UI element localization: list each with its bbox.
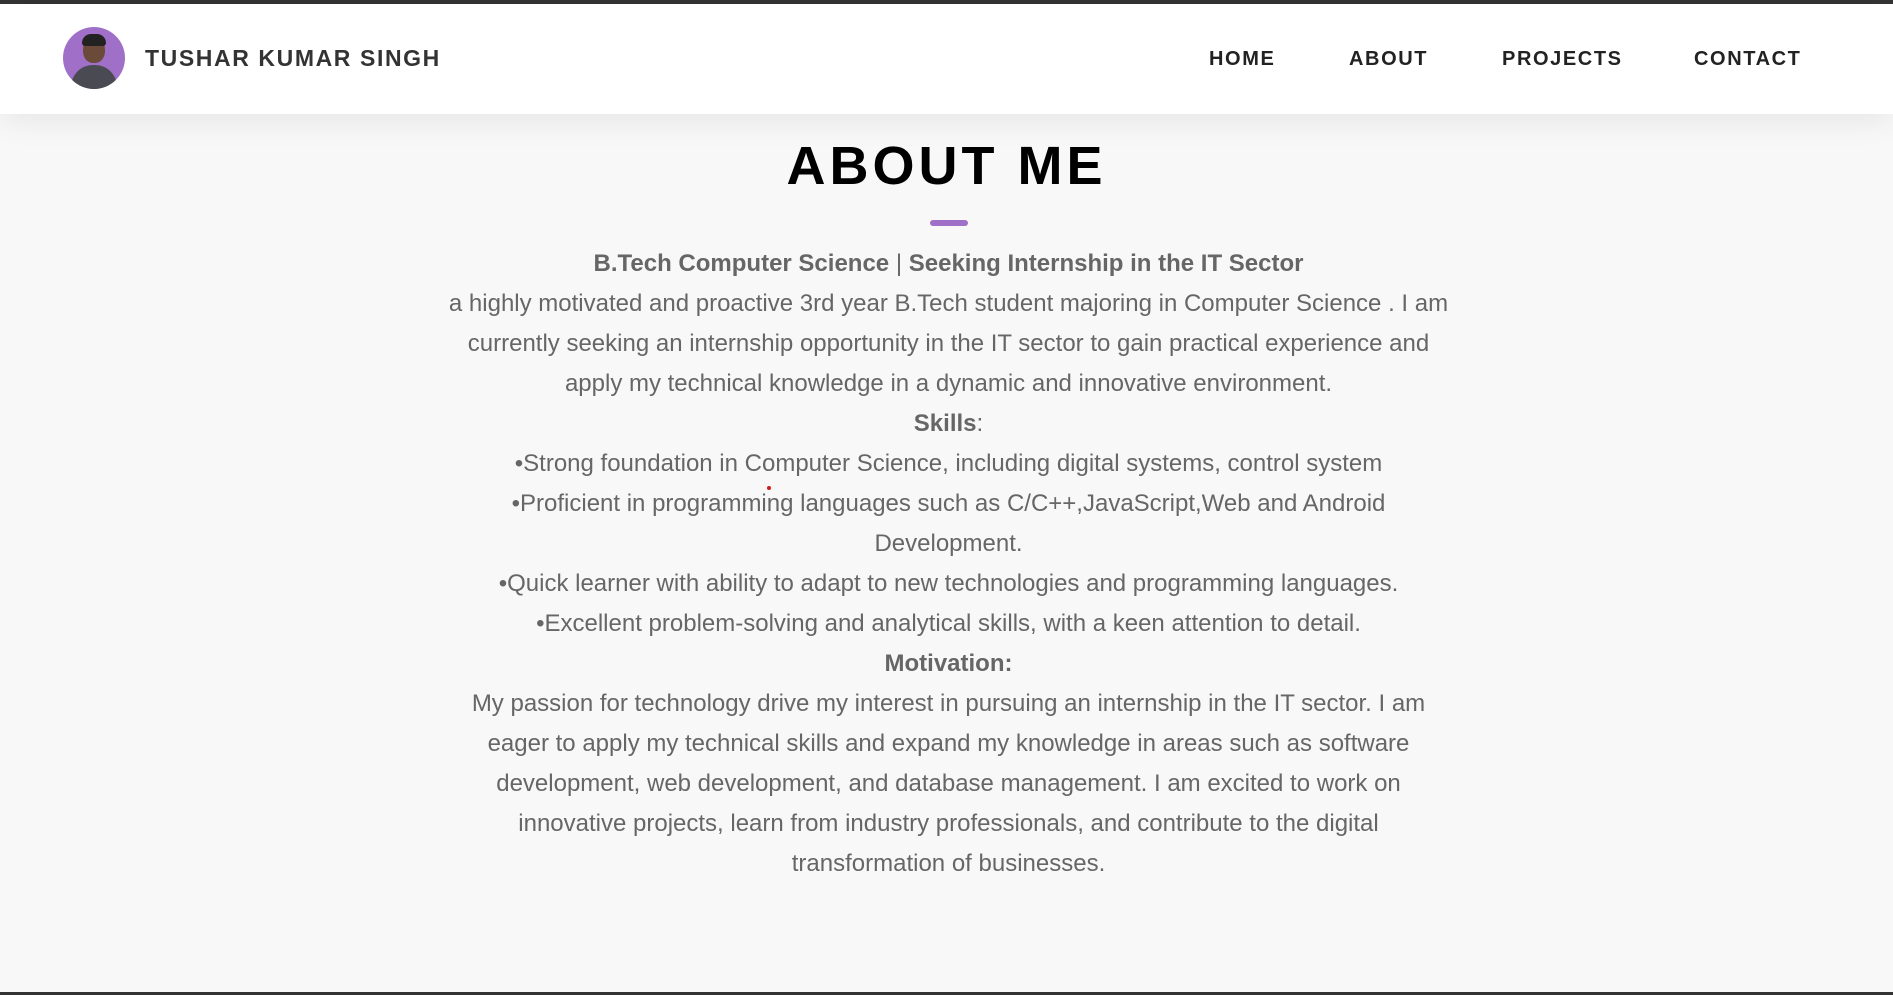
headline-degree: B.Tech Computer Science xyxy=(593,250,890,277)
headline-separator: | xyxy=(889,250,909,277)
headline: B.Tech Computer Science | Seeking Intern… xyxy=(446,244,1451,284)
title-underline xyxy=(930,220,968,226)
skills-heading: Skills: xyxy=(446,404,1451,444)
nav-link-home[interactable]: HOME xyxy=(1209,48,1275,71)
headline-goal: Seeking Internship in the IT Sector xyxy=(908,250,1304,277)
main-nav: HOME ABOUT PROJECTS CONTACT xyxy=(0,48,1893,78)
skill-item: •Strong foundation in Computer Science, … xyxy=(514,450,1383,477)
nav-link-about[interactable]: ABOUT xyxy=(1349,48,1428,71)
motivation-paragraph: My passion for technology drive my inter… xyxy=(471,690,1426,877)
site-header: TUSHAR KUMAR SINGH HOME ABOUT PROJECTS C… xyxy=(0,4,1893,114)
motivation-heading: Motivation: xyxy=(884,650,1013,677)
intro-paragraph: a highly motivated and proactive 3rd yea… xyxy=(448,290,1449,397)
skill-item: •Excellent problem-solving and analytica… xyxy=(536,610,1361,637)
section-title: ABOUT ME xyxy=(786,136,1107,196)
skills-heading-label: Skills xyxy=(913,410,977,437)
skill-item: •Proficient in programming languages suc… xyxy=(511,490,1386,557)
about-section: ABOUT ME B.Tech Computer Science | Seeki… xyxy=(0,114,1893,992)
about-content: B.Tech Computer Science | Seeking Intern… xyxy=(446,244,1451,884)
skill-item: •Quick learner with ability to adapt to … xyxy=(498,570,1399,597)
nav-link-contact[interactable]: CONTACT xyxy=(1694,48,1801,71)
cursor-dot xyxy=(767,486,771,490)
skills-heading-colon: : xyxy=(976,410,984,437)
nav-link-projects[interactable]: PROJECTS xyxy=(1502,48,1623,71)
